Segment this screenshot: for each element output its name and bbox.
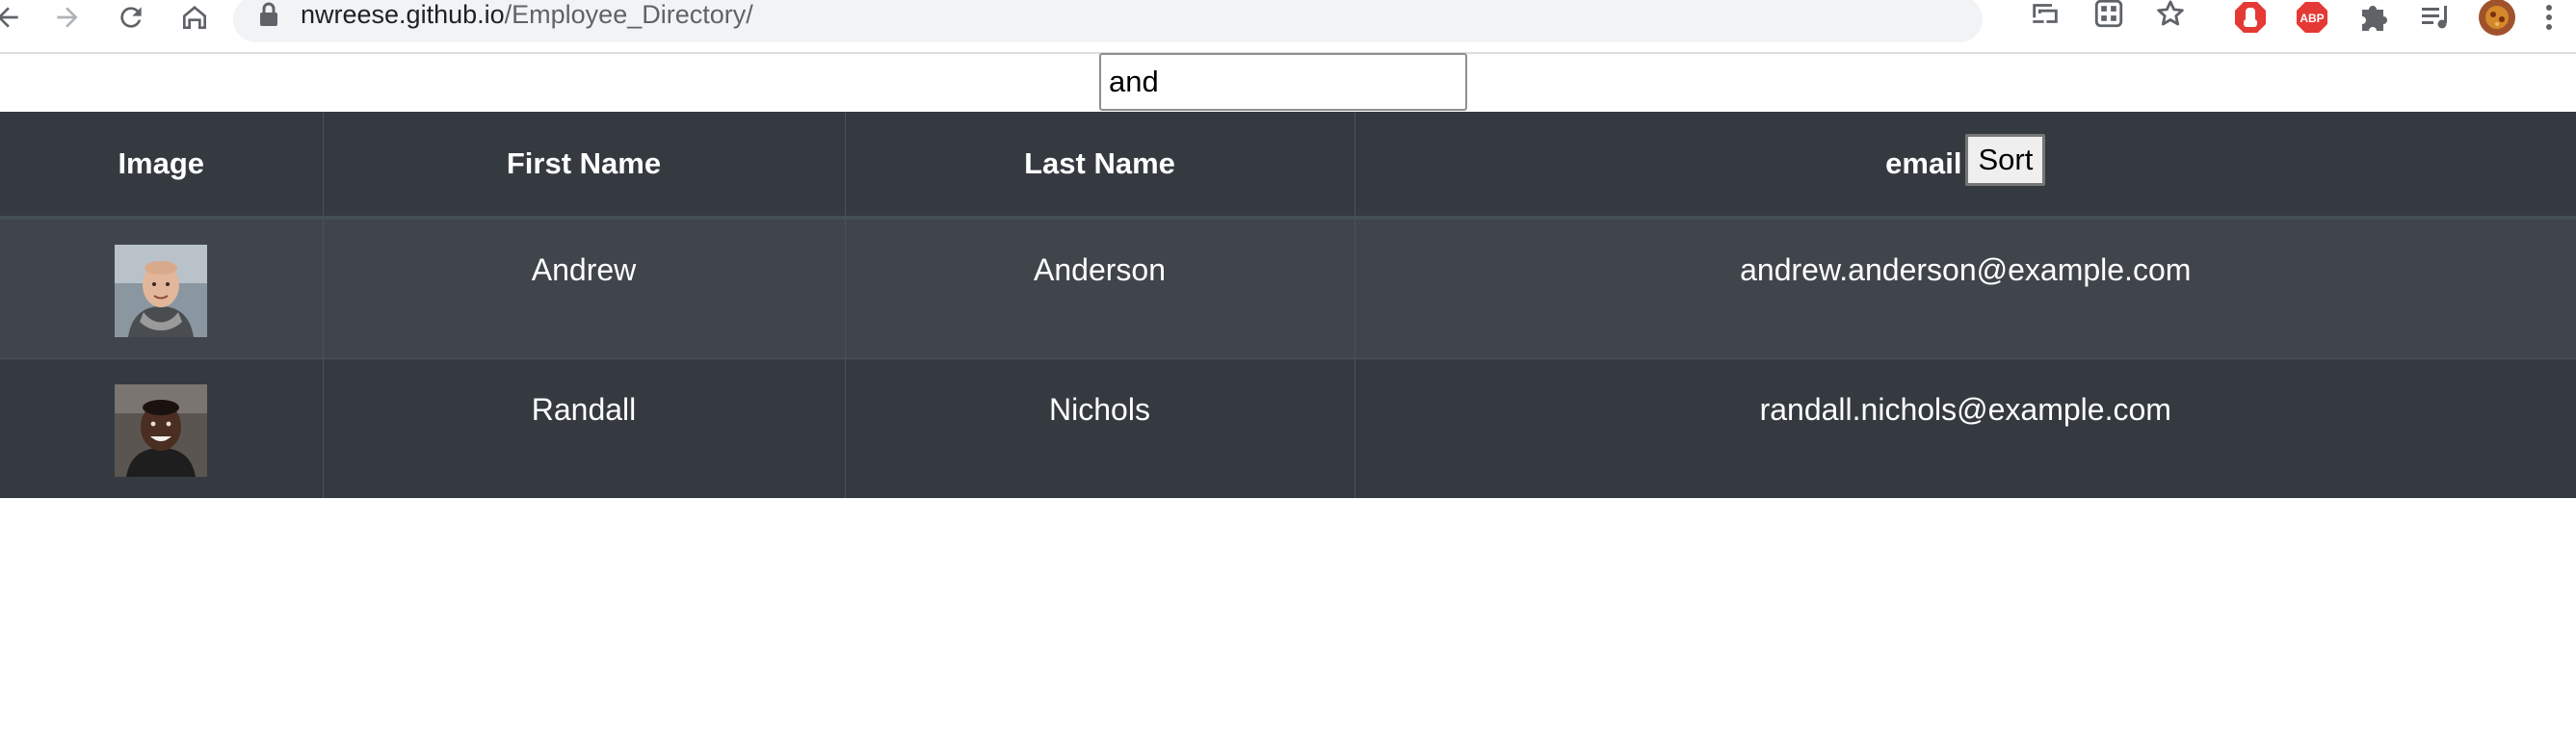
forward-icon	[57, 7, 78, 28]
table-row: Randall Nichols randall.nichols@example.…	[0, 358, 2576, 498]
first-name: Andrew	[531, 252, 637, 287]
first-name-cell: Andrew	[323, 217, 846, 359]
qr-icon[interactable]	[2092, 0, 2125, 30]
last-name: Nichols	[1049, 392, 1150, 427]
forward-button[interactable]	[48, 0, 87, 37]
image-cell	[0, 358, 324, 498]
stop-extension-icon[interactable]	[2231, 0, 2270, 37]
table-header-row: Image First Name Last Name email Sort	[0, 112, 2576, 220]
header-first-name: First Name	[323, 112, 846, 220]
extensions-puzzle-icon[interactable]	[2354, 0, 2393, 37]
lock-icon	[260, 2, 277, 26]
email-cell: andrew.anderson@example.com	[1354, 217, 2576, 359]
bookmark-star-icon[interactable]	[2154, 0, 2187, 30]
url-path: /Employee_Directory/	[504, 0, 753, 29]
back-icon	[0, 7, 18, 28]
table-row: Andrew Anderson andrew.anderson@example.…	[0, 217, 2576, 359]
last-name: Anderson	[1034, 252, 1166, 287]
email: andrew.anderson@example.com	[1740, 252, 2192, 287]
last-name-cell: Nichols	[845, 358, 1355, 498]
header-email: email Sort	[1354, 112, 2576, 220]
header-last-name: Last Name	[845, 112, 1355, 220]
last-name-cell: Anderson	[845, 217, 1355, 359]
email-cell: randall.nichols@example.com	[1354, 358, 2576, 498]
reload-button[interactable]	[112, 0, 150, 37]
reload-icon	[120, 7, 142, 28]
header-image: Image	[0, 112, 324, 220]
employee-table: Image First Name Last Name email Sort An…	[0, 112, 2576, 498]
menu-kebab-icon[interactable]	[2539, 0, 2559, 37]
home-button[interactable]	[175, 0, 214, 37]
first-name-cell: Randall	[323, 358, 846, 498]
email: randall.nichols@example.com	[1759, 392, 2171, 427]
sort-button[interactable]: Sort	[1965, 134, 2046, 186]
url-host: nwreese.github.io	[301, 0, 505, 29]
svg-text:ABP: ABP	[2300, 12, 2324, 25]
url-text: nwreese.github.io/Employee_Directory/	[301, 0, 753, 31]
media-playlist-icon[interactable]	[2416, 0, 2455, 37]
search-input[interactable]	[1099, 53, 1467, 111]
back-button[interactable]	[0, 0, 27, 37]
adblock-icon[interactable]: ABP	[2293, 0, 2331, 37]
home-icon	[183, 6, 206, 29]
cast-icon[interactable]	[2029, 0, 2062, 30]
employee-photo	[115, 245, 208, 337]
address-bar[interactable]: nwreese.github.io/Employee_Directory/	[233, 0, 2184, 42]
first-name: Randall	[531, 392, 637, 427]
profile-avatar-icon[interactable]	[2478, 0, 2516, 37]
employee-photo	[115, 384, 208, 477]
header-email-label: email	[1885, 146, 1962, 180]
image-cell	[0, 217, 324, 359]
browser-toolbar: nwreese.github.io/Employee_Directory/ AB…	[0, 0, 2576, 54]
